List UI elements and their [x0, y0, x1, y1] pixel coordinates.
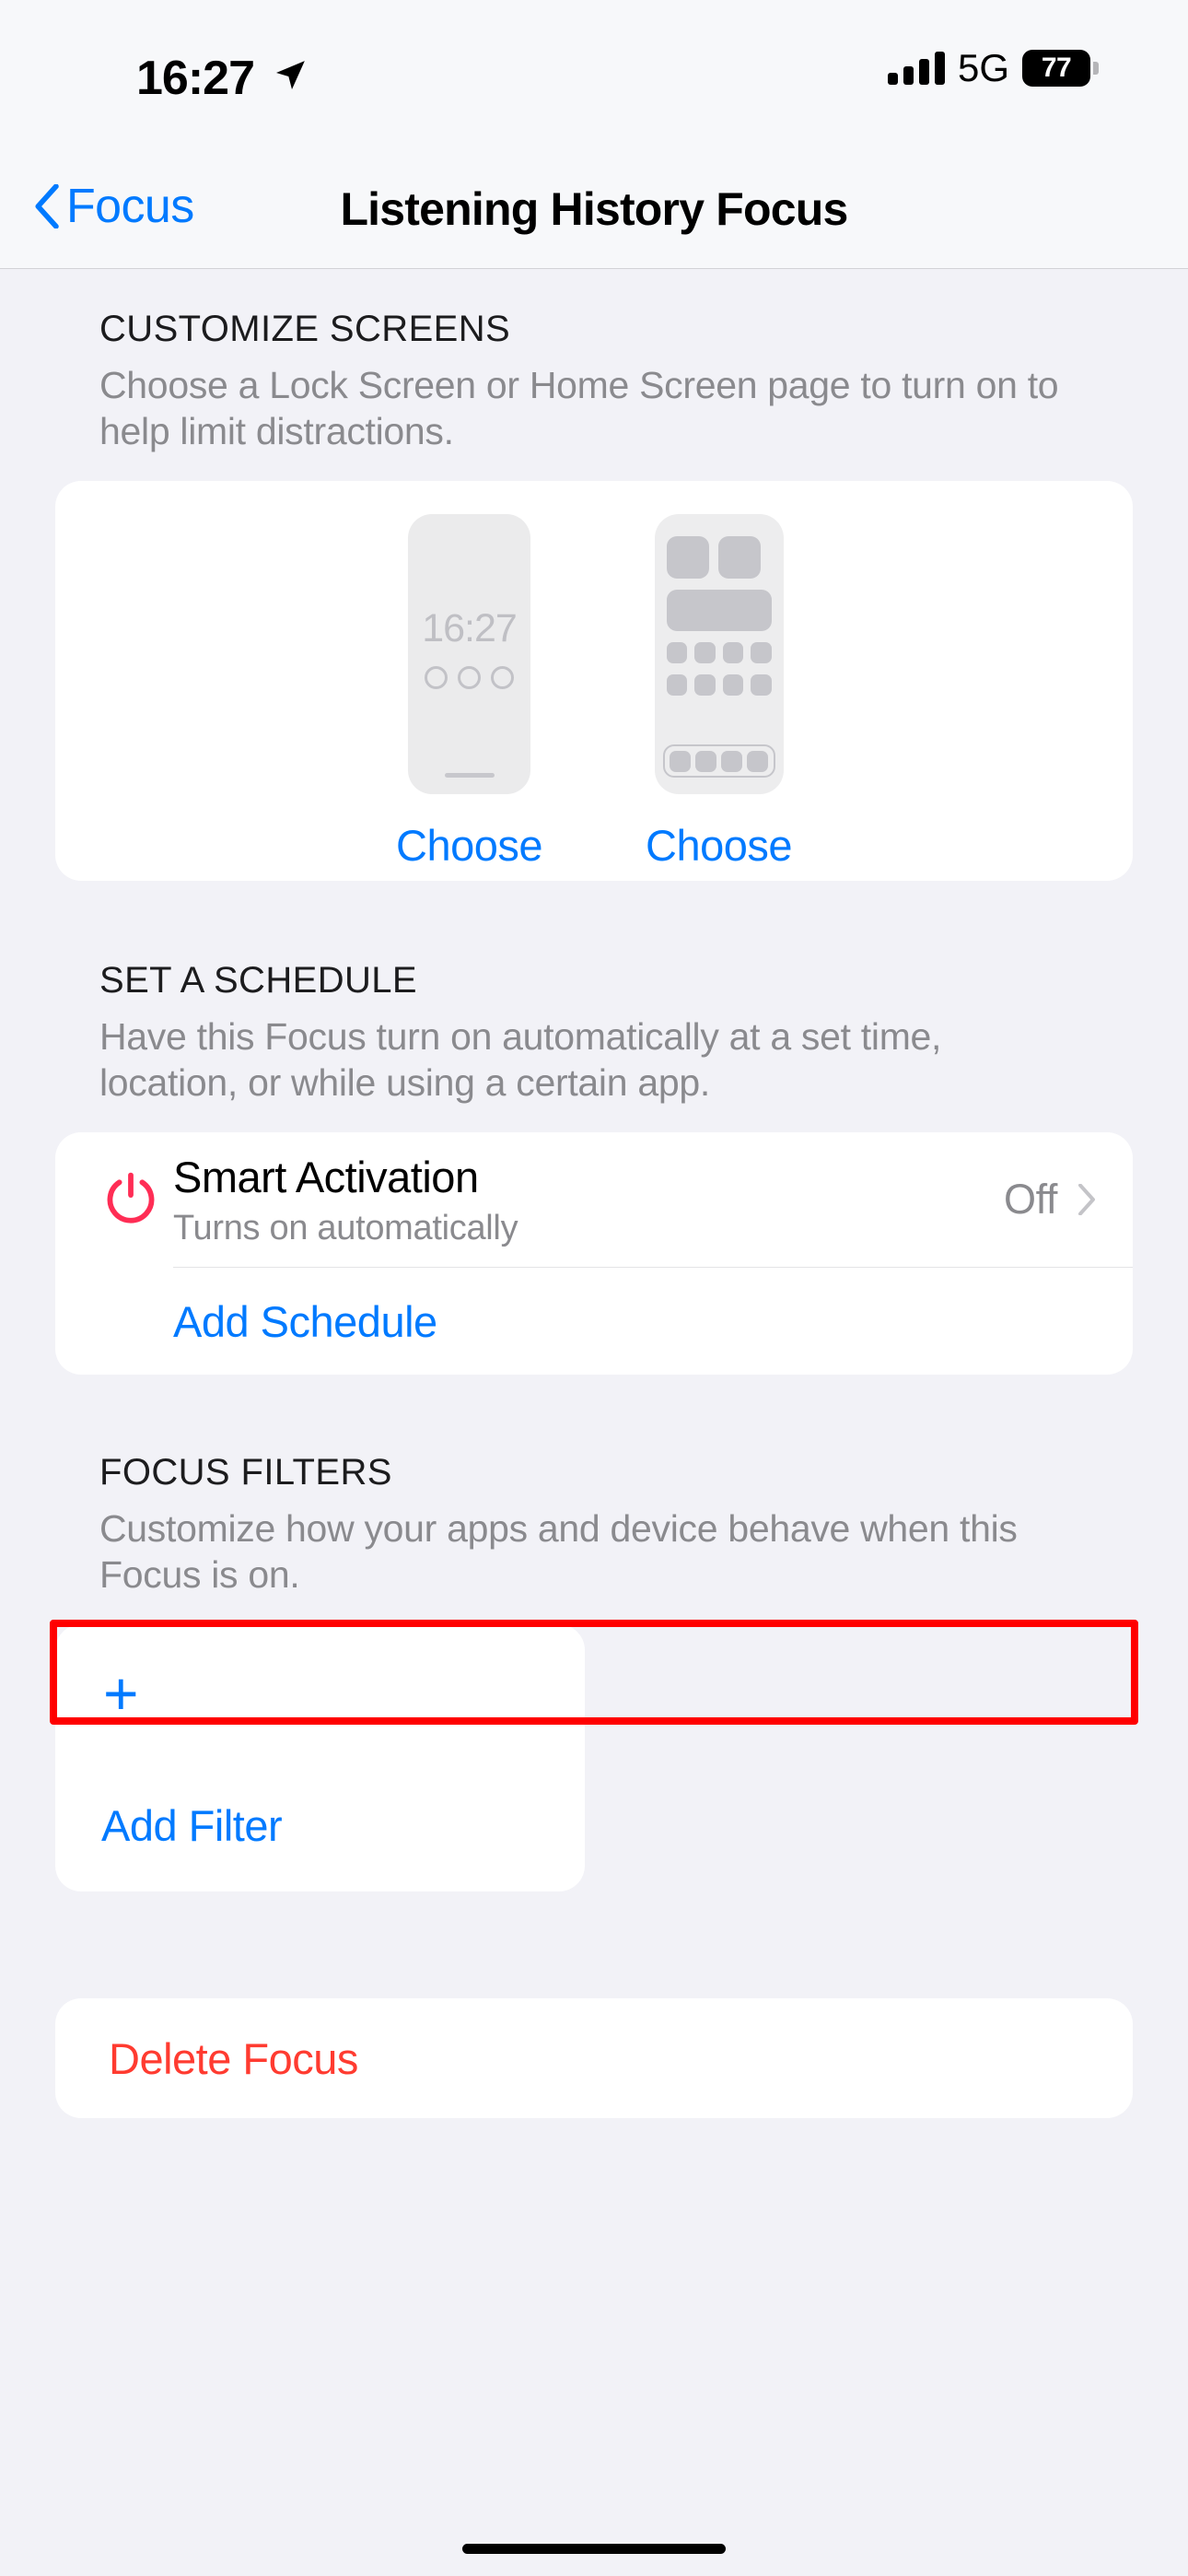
home-preview-app-row — [666, 642, 772, 664]
home-indicator — [462, 2544, 726, 2554]
home-preview-wide-widget — [666, 590, 772, 632]
smart-activation-value: Off — [1004, 1176, 1057, 1224]
choose-home-screen-button[interactable]: Choose — [646, 820, 793, 871]
iphone-screen: 16:27 5G 77 Focus Listening History Focu — [0, 0, 1188, 2576]
settings-content: CUSTOMIZE SCREENS Choose a Lock Screen o… — [0, 270, 1188, 2119]
battery-icon: 77 — [1022, 50, 1099, 87]
power-icon-container — [88, 1169, 173, 1230]
home-preview-app-row — [666, 674, 772, 697]
focus-filters-header: FOCUS FILTERS — [99, 1452, 392, 1493]
delete-focus-label: Delete Focus — [109, 2033, 358, 2083]
smart-activation-text: Smart Activation Turns on automatically — [173, 1152, 1004, 1248]
customize-screens-header: CUSTOMIZE SCREENS — [99, 309, 511, 349]
choose-lock-screen-button[interactable]: Choose — [396, 820, 543, 871]
set-a-schedule-subtitle: Have this Focus turn on automatically at… — [99, 1015, 942, 1105]
home-screen-preview[interactable] — [654, 514, 784, 795]
cellular-signal-icon — [887, 52, 945, 85]
customize-screens-subtitle: Choose a Lock Screen or Home Screen page… — [99, 364, 1059, 453]
location-arrow-icon — [276, 61, 305, 89]
status-bar-time: 16:27 — [136, 52, 255, 105]
lock-preview-time: 16:27 — [422, 606, 518, 651]
add-filter-label: Add Filter — [101, 1801, 283, 1851]
smart-activation-subtitle: Turns on automatically — [173, 1208, 518, 1247]
lock-preview-home-indicator — [444, 773, 495, 779]
schedule-card: Smart Activation Turns on automatically … — [55, 1132, 1133, 1376]
home-screen-preview-column: Choose — [646, 514, 793, 871]
add-filter-card[interactable]: + Add Filter — [55, 1624, 585, 1892]
home-preview-top-widgets — [666, 536, 772, 580]
smart-activation-title: Smart Activation — [173, 1152, 479, 1201]
add-schedule-label: Add Schedule — [173, 1296, 437, 1346]
smart-activation-row[interactable]: Smart Activation Turns on automatically … — [55, 1132, 1133, 1267]
lock-preview-widget-placeholders — [408, 666, 530, 690]
screen-previews: 16:27 Choose Choose — [55, 481, 1133, 871]
plus-icon: + — [103, 1659, 139, 1728]
status-bar-indicators: 5G 77 — [887, 46, 1099, 90]
focus-filters-subtitle: Customize how your apps and device behav… — [99, 1507, 1018, 1597]
power-icon — [107, 1172, 155, 1224]
customize-screens-card: 16:27 Choose Choose — [55, 481, 1133, 882]
navigation-bar: Focus Listening History Focus — [0, 147, 1188, 269]
set-a-schedule-header: SET A SCHEDULE — [99, 960, 417, 1001]
page-title: Listening History Focus — [340, 183, 848, 235]
delete-focus-row[interactable]: Delete Focus — [55, 1998, 1133, 2119]
status-bar: 16:27 5G 77 — [0, 0, 1188, 147]
chevron-right-icon — [1078, 1184, 1095, 1216]
lock-screen-preview[interactable]: 16:27 — [408, 514, 530, 795]
home-preview-dock — [662, 744, 775, 779]
network-type-label: 5G — [957, 46, 1009, 89]
lock-screen-preview-column: 16:27 Choose — [396, 514, 543, 871]
battery-indicator: 77 — [1022, 50, 1099, 87]
add-schedule-row[interactable]: Add Schedule — [55, 1268, 1133, 1375]
battery-level-label: 77 — [1041, 53, 1072, 83]
